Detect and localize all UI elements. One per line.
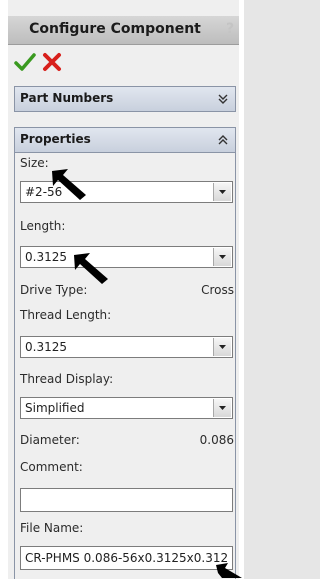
action-buttons: [14, 52, 114, 74]
file-name-label: File Name:: [20, 521, 84, 535]
length-value: 0.3125: [25, 250, 67, 264]
thread-length-select[interactable]: 0.3125: [20, 336, 233, 358]
dropdown-arrow-icon[interactable]: [213, 248, 231, 266]
file-name-input[interactable]: CR-PHMS 0.086-56x0.3125x0.312: [20, 546, 233, 570]
section-properties[interactable]: Properties: [14, 127, 236, 153]
check-icon: [14, 53, 36, 71]
double-chevron-up-icon[interactable]: [217, 134, 229, 146]
ok-button[interactable]: [14, 52, 36, 72]
thread-display-select[interactable]: Simplified: [20, 397, 233, 419]
length-label: Length:: [20, 219, 66, 233]
file-name-value: CR-PHMS 0.086-56x0.3125x0.312: [25, 551, 229, 565]
panel-title: Configure Component: [29, 21, 201, 37]
dropdown-arrow-icon[interactable]: [213, 399, 231, 417]
black-arrow-pointer-icon: [72, 251, 112, 287]
help-icon[interactable]: ?: [226, 21, 234, 37]
section-properties-label: Properties: [20, 132, 91, 146]
thread-display-value: Simplified: [25, 401, 85, 415]
size-label: Size:: [20, 156, 49, 170]
diameter-label: Diameter:: [20, 433, 80, 447]
thread-length-value: 0.3125: [25, 340, 67, 354]
properties-body: [14, 153, 236, 579]
cancel-button[interactable]: [41, 52, 63, 72]
window-right-margin: [239, 0, 244, 579]
close-icon: [43, 53, 61, 71]
comment-label: Comment:: [20, 460, 83, 474]
length-select[interactable]: 0.3125: [20, 246, 233, 268]
double-chevron-down-icon[interactable]: [217, 93, 229, 105]
window-left-margin: [0, 0, 8, 579]
comment-input[interactable]: [20, 488, 233, 512]
drive-type-value: Cross: [201, 283, 234, 297]
section-part-numbers[interactable]: Part Numbers: [14, 86, 236, 112]
black-arrow-pointer-icon: [50, 167, 90, 203]
panel-title-bar: Configure Component ?: [8, 16, 239, 45]
dropdown-arrow-icon[interactable]: [213, 183, 231, 201]
diameter-value: 0.086: [199, 433, 234, 447]
section-part-numbers-label: Part Numbers: [20, 91, 114, 105]
thread-display-label: Thread Display:: [20, 372, 114, 386]
thread-length-label: Thread Length:: [20, 308, 112, 322]
dropdown-arrow-icon[interactable]: [213, 338, 231, 356]
black-arrow-pointer-icon: [214, 561, 244, 579]
